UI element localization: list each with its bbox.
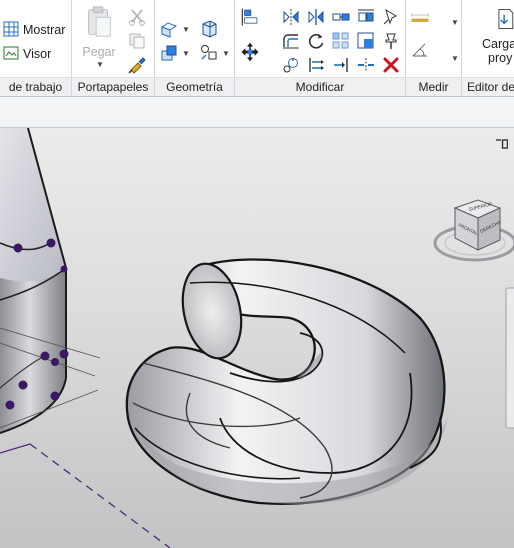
viewer-button[interactable]: Visor: [3, 43, 51, 65]
cope-icon: [160, 22, 178, 38]
swept-torus-solid[interactable]: [125, 258, 450, 505]
mirror-pick-axis-icon: [283, 9, 299, 25]
pin-button[interactable]: [381, 31, 401, 51]
paste-icon: [88, 6, 111, 37]
measure-dropdown-icon[interactable]: ▼: [451, 18, 459, 27]
split-face-button[interactable]: [199, 43, 219, 63]
editor-group: Carga proy Editor de: [462, 0, 514, 96]
workplane-group-label: de trabajo: [0, 77, 71, 96]
load-label-1: Carga: [482, 37, 514, 51]
workplane-group: Mostrar Visor de trabajo: [0, 0, 72, 96]
cut-icon: [129, 9, 145, 26]
trim-extend-single-button[interactable]: [331, 55, 351, 75]
angular-dimension-button[interactable]: [410, 40, 450, 72]
load-into-project-button[interactable]: Carga proy: [482, 6, 514, 65]
unpin-button[interactable]: [381, 7, 401, 27]
trim-extend-icon: [309, 58, 324, 72]
cut-button[interactable]: [127, 7, 147, 27]
clipboard-group: Pegar ▼ Portapapeles: [72, 0, 155, 96]
view-cube[interactable]: SUPERIOR FRONTAL DERECHA: [433, 199, 514, 262]
measure-group: ▼ ▼ Medir: [406, 0, 462, 96]
array-button[interactable]: [331, 31, 351, 51]
pin-icon: [385, 33, 397, 49]
show-workplane-button[interactable]: Mostrar: [3, 19, 65, 41]
options-bar: [0, 97, 514, 128]
3d-scene[interactable]: SUPERIOR FRONTAL DERECHA: [0, 128, 514, 548]
paste-button[interactable]: Pegar ▼: [82, 6, 116, 69]
delete-icon: [383, 57, 399, 73]
cone-cylinder-solid[interactable]: [0, 128, 171, 548]
measure-distance-icon: [411, 13, 429, 22]
cope-button[interactable]: [159, 19, 179, 39]
show-grid-icon: [3, 21, 19, 37]
dimension-dropdown-icon[interactable]: ▼: [451, 54, 459, 63]
join-icon: [161, 45, 177, 61]
copy-to-clipboard-button[interactable]: [356, 7, 376, 27]
measure-group-label: Medir: [406, 77, 461, 96]
split-element-button[interactable]: [356, 55, 376, 75]
align-icon: [241, 8, 258, 26]
paste-dropdown-icon: ▼: [96, 60, 104, 69]
copy-icon: [129, 33, 145, 49]
geometry-group-label: Geometría: [155, 77, 234, 96]
copy-button[interactable]: [127, 31, 147, 51]
trim-extend-multiple-button[interactable]: [306, 55, 326, 75]
show-label: Mostrar: [23, 23, 66, 37]
load-into-project-icon: [498, 9, 514, 29]
navigation-bar[interactable]: [504, 128, 514, 548]
offset-icon: [283, 34, 299, 49]
resize-icon: [357, 32, 374, 49]
copy-align-icon: [358, 9, 374, 22]
editor-group-label: Editor de: [462, 77, 514, 96]
split-face-icon: [201, 45, 217, 60]
modify-group: Modificar: [235, 0, 406, 96]
cut-geometry-icon: [202, 20, 217, 38]
cope-dropdown-icon[interactable]: ▼: [182, 25, 190, 34]
array-icon: [332, 32, 349, 49]
join-button[interactable]: [159, 43, 179, 63]
measure-button[interactable]: [410, 7, 450, 35]
copy-element-icon: [332, 13, 350, 21]
join-dropdown-icon[interactable]: ▼: [182, 49, 190, 58]
offset-button[interactable]: [281, 31, 301, 51]
load-label-2: proy: [488, 51, 513, 65]
scale-element-button[interactable]: [356, 31, 376, 51]
modify-group-label: Modificar: [235, 77, 405, 96]
delete-button[interactable]: [381, 55, 401, 75]
move-icon: [241, 42, 259, 62]
rotate-button[interactable]: [306, 31, 326, 51]
scale-button[interactable]: [281, 55, 301, 75]
mirror-pick-axis-button[interactable]: [281, 7, 301, 27]
paintbrush-icon: [128, 57, 146, 74]
trim-single-icon: [334, 58, 348, 72]
geometry-group: ▼ ▼ ▼ Geometría: [155, 0, 235, 96]
split-dropdown-icon[interactable]: ▼: [222, 49, 230, 58]
move-button[interactable]: [240, 42, 266, 68]
clipboard-group-label: Portapapeles: [72, 77, 154, 96]
align-button[interactable]: [240, 7, 266, 33]
3d-viewport[interactable]: SUPERIOR FRONTAL DERECHA: [0, 128, 514, 548]
viewer-label: Visor: [23, 47, 52, 61]
copy-element-button[interactable]: [331, 7, 351, 27]
match-properties-button[interactable]: [127, 55, 147, 75]
scale-icon: [283, 58, 298, 73]
cut-geometry-button[interactable]: [199, 19, 219, 39]
unpin-icon: [383, 8, 398, 25]
rotate-icon: [308, 34, 324, 49]
split-element-icon: [358, 58, 374, 72]
angular-dimension-icon: [412, 43, 427, 57]
viewer-icon: [3, 45, 19, 61]
paste-label: Pegar: [82, 45, 116, 59]
ribbon: Mostrar Visor de trabajo Pegar ▼ Portapa…: [0, 0, 514, 97]
mirror-draw-axis-button[interactable]: [306, 7, 326, 27]
mirror-draw-axis-icon: [308, 9, 324, 25]
